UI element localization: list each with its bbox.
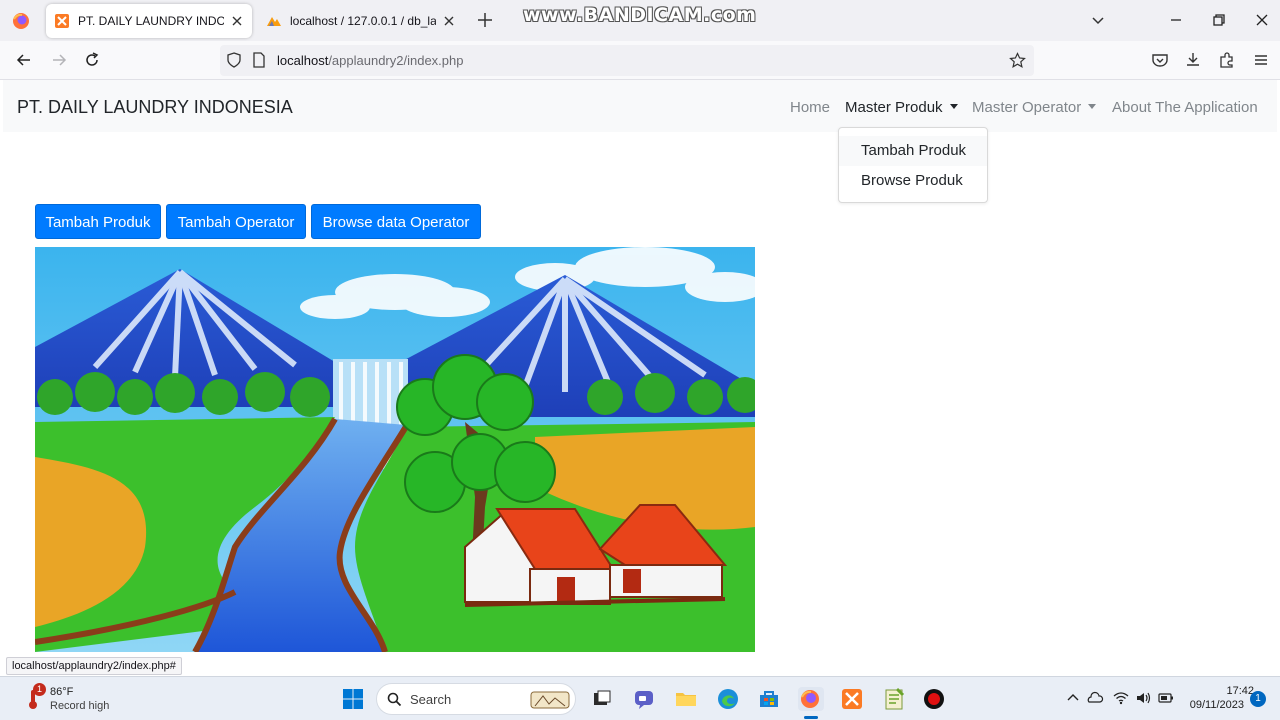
tab-laundry[interactable]: PT. DAILY LAUNDRY INDONESIA [46,4,252,38]
teams-chat-icon[interactable] [632,687,656,711]
menu-icon[interactable] [1252,51,1270,69]
tab-phpmyadmin[interactable]: localhost / 127.0.0.1 / db_laundry [258,4,464,38]
address-bar[interactable]: localhost/applaundry2/index.php [220,45,1034,76]
tambah-produk-button[interactable]: Tambah Produk [35,204,161,239]
site-brand[interactable]: PT. DAILY LAUNDRY INDONESIA [17,97,293,118]
phpmyadmin-icon [267,17,281,26]
bandicam-record-icon[interactable] [922,687,946,711]
shield-icon[interactable] [226,52,242,68]
master-produk-dropdown: Tambah Produk Browse Produk [838,127,988,203]
running-indicator [804,716,818,719]
task-view-icon[interactable] [590,687,614,711]
file-explorer-icon[interactable] [674,687,698,711]
wifi-icon[interactable] [1112,689,1130,707]
nav-home[interactable]: Home [790,99,830,116]
minimize-icon[interactable] [1166,10,1186,30]
xampp-taskbar-icon[interactable] [840,687,864,711]
dropdown-tambah-produk[interactable]: Tambah Produk [839,136,987,166]
tambah-operator-button[interactable]: Tambah Operator [166,204,306,239]
firefox-taskbar-icon[interactable] [798,687,824,719]
notepad-plus-icon[interactable] [882,687,906,711]
back-icon[interactable] [15,51,33,69]
xampp-icon [55,14,69,28]
nav-master-produk-label: Master Produk [845,99,943,116]
taskbar-search[interactable]: Search [376,683,576,715]
close-tab-icon[interactable] [230,14,244,28]
tab-strip: PT. DAILY LAUNDRY INDONESIA localhost / … [0,0,1280,41]
bandicam-watermark: www.BANDICAM.com [523,4,757,26]
search-label: Search [410,692,452,707]
url-path: /applaundry2/index.php [328,53,464,68]
chevron-up-icon[interactable] [1064,689,1082,707]
close-window-icon[interactable] [1252,10,1272,30]
caret-down-icon [1088,104,1097,109]
volume-icon[interactable] [1134,689,1152,707]
battery-icon[interactable] [1157,689,1175,707]
weather-description[interactable]: Record high [50,700,109,712]
clock-time[interactable]: 17:42 [1208,685,1254,697]
browse-operator-button[interactable]: Browse data Operator [311,204,481,239]
link-status-url: localhost/applaundry2/index.php# [6,657,182,675]
dropdown-browse-produk[interactable]: Browse Produk [839,166,987,196]
bookmark-star-icon[interactable] [1009,52,1026,69]
reload-icon[interactable] [83,51,101,69]
onedrive-sync-icon[interactable] [1086,689,1104,707]
notification-badge[interactable]: 1 [1250,691,1266,707]
downloads-icon[interactable] [1184,51,1202,69]
nav-master-operator-label: Master Operator [972,99,1082,116]
nav-master-produk[interactable]: Master Produk [845,99,958,116]
forward-icon[interactable] [50,51,68,69]
new-tab-icon[interactable] [476,11,494,29]
search-icon [387,692,402,707]
edge-icon[interactable] [716,687,740,711]
weather-alert-badge: 1 [33,683,46,696]
caret-down-icon [949,104,958,109]
list-all-tabs-icon[interactable] [1088,10,1108,30]
weather-temperature[interactable]: 86°F [50,686,73,698]
search-highlight-icon [530,691,570,709]
nav-about[interactable]: About The Application [1112,99,1258,116]
microsoft-store-icon[interactable] [757,687,781,711]
browser-toolbar: localhost/applaundry2/index.php [0,41,1280,80]
extensions-icon[interactable] [1218,51,1236,69]
page-info-icon[interactable] [252,52,266,68]
nav-master-operator[interactable]: Master Operator [972,99,1097,116]
firefox-menu-icon[interactable] [10,10,32,32]
page-content: PT. DAILY LAUNDRY INDONESIA Home Master … [3,80,1277,676]
close-tab-icon[interactable] [442,14,456,28]
taskbar: 1 86°F Record high Search 17:42 09/11/20… [0,676,1280,720]
landscape-illustration [35,247,755,652]
url-host: localhost [277,53,329,68]
pocket-icon[interactable] [1151,51,1169,69]
restore-icon[interactable] [1209,10,1229,30]
windows-start-icon[interactable] [342,688,364,710]
tab-title: PT. DAILY LAUNDRY INDONESIA [78,14,224,28]
clock-date[interactable]: 09/11/2023 [1186,699,1244,711]
url-text: localhost/applaundry2/index.php [277,53,463,68]
site-navbar: PT. DAILY LAUNDRY INDONESIA Home Master … [3,80,1277,132]
tab-title: localhost / 127.0.0.1 / db_laundry [290,14,436,28]
